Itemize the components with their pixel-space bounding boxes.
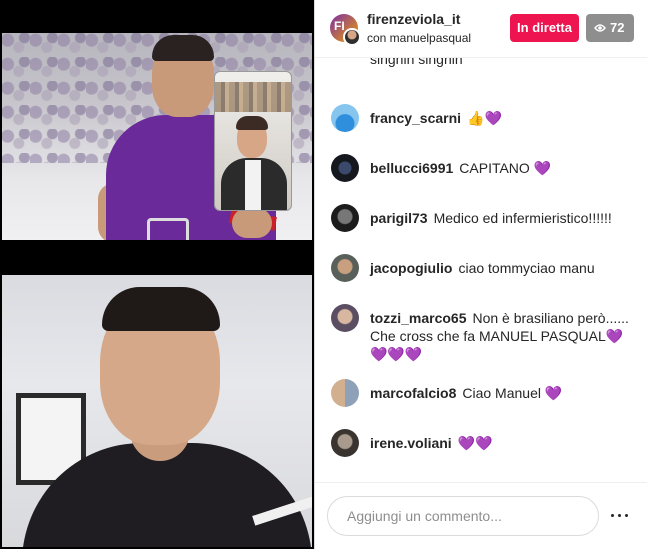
- comment-username[interactable]: parigil73: [370, 210, 428, 226]
- comment-username[interactable]: tozzi_marco65: [370, 310, 466, 326]
- pip-camera-feed: [214, 71, 292, 211]
- pip-person-shirt: [245, 160, 261, 210]
- host-username[interactable]: firenzeviola_it: [367, 11, 460, 27]
- comment-avatar[interactable]: [331, 104, 359, 132]
- comment-avatar[interactable]: [331, 254, 359, 282]
- comment-text: Ciao Manuel 💜: [462, 385, 563, 401]
- live-badge: In diretta: [510, 14, 579, 42]
- comment-avatar[interactable]: [331, 429, 359, 457]
- comment-username[interactable]: irene.voliani: [370, 435, 452, 451]
- more-dot-icon: [611, 514, 614, 517]
- live-video-pane: [0, 0, 314, 549]
- comment-username[interactable]: jacopogiulio: [370, 260, 452, 276]
- comment-username[interactable]: marcofalcio8: [370, 385, 456, 401]
- comment-list: singhin singhin francy_scarni 👍💜 bellucci…: [315, 58, 647, 482]
- host-video-feed: [2, 33, 312, 240]
- comment-username[interactable]: bellucci6991: [370, 160, 453, 176]
- player-hair: [152, 35, 214, 61]
- pip-person-hair: [236, 116, 268, 130]
- jersey-logo: [147, 218, 189, 240]
- guest-avatar[interactable]: [343, 28, 361, 46]
- comment-text: 💜💜: [457, 435, 493, 451]
- comment-text: ciao tommyciao manu: [458, 260, 595, 276]
- comment-avatar[interactable]: [331, 379, 359, 407]
- live-comments-panel: FI firenzeviola_it con manuelpasqual In …: [314, 0, 647, 549]
- comment-text: 👍💜: [467, 110, 502, 126]
- more-options-button[interactable]: [609, 505, 631, 527]
- viewer-count: 72: [610, 20, 625, 35]
- live-header: FI firenzeviola_it con manuelpasqual In …: [315, 0, 647, 58]
- viewer-count-badge: 72: [586, 14, 634, 42]
- guest-video-feed: [2, 275, 312, 547]
- eye-icon: [594, 24, 606, 32]
- comment-avatar[interactable]: [331, 304, 359, 332]
- comment-input[interactable]: [327, 496, 599, 536]
- comment-text: Medico ed infermieristico!!!!!!: [433, 210, 612, 226]
- more-dot-icon: [618, 514, 621, 517]
- live-subtitle[interactable]: con manuelpasqual: [367, 31, 471, 45]
- guest-hair: [102, 287, 220, 331]
- comment-avatar[interactable]: [331, 204, 359, 232]
- comment-composer: [315, 482, 647, 549]
- comment-overflow-text: singhin singhin: [370, 58, 463, 67]
- pip-bookshelf: [215, 82, 291, 112]
- comment-avatar[interactable]: [331, 154, 359, 182]
- host-avatar-initials: FI: [334, 19, 345, 33]
- comment-text: CAPITANO 💜: [459, 160, 552, 176]
- more-dot-icon: [625, 514, 628, 517]
- player-arm: [232, 208, 272, 238]
- comment-username[interactable]: francy_scarni: [370, 110, 461, 126]
